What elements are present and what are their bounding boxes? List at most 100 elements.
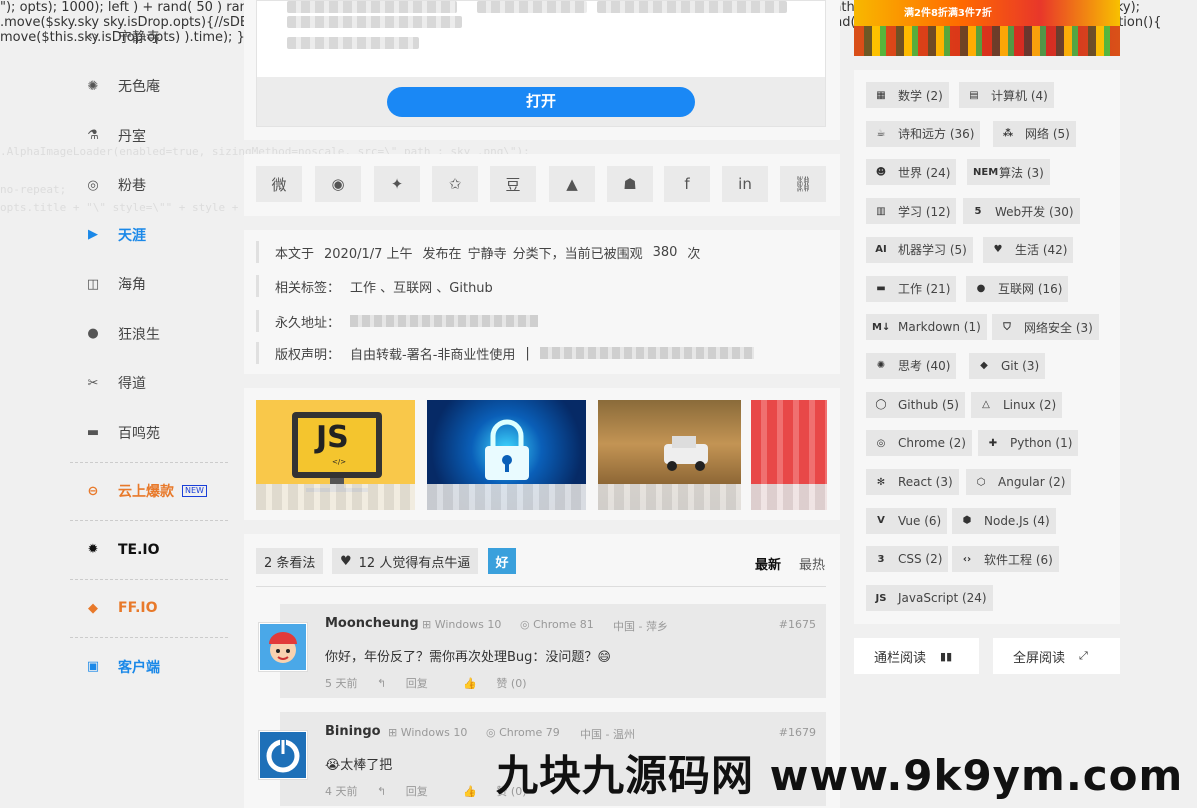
comment-number[interactable]: #1679 <box>779 726 816 739</box>
tag-chrome[interactable]: ◎ Chrome (2) <box>866 430 972 457</box>
like-button[interactable]: ♥ 12 人觉得有点牛逼 <box>332 548 479 574</box>
nav-item-client[interactable]: ▣ 客户端 <box>70 642 230 692</box>
nav-item-ningjingsi[interactable]: ‹› 宁静寺 <box>70 12 230 62</box>
tag-javascript[interactable]: JS JavaScript (24) <box>866 585 993 612</box>
tag-world[interactable]: ☻ 世界 (24) <box>866 159 957 186</box>
tag-label: 互联网 (16) <box>998 282 1063 296</box>
tag-vue[interactable]: V Vue (6) <box>866 507 948 534</box>
related-post-car[interactable] <box>598 400 741 510</box>
qzone-icon[interactable]: ✩ <box>432 166 478 202</box>
tag-network-security[interactable]: ⛉ 网络安全 (3) <box>992 314 1099 341</box>
meta-tags-links[interactable]: 工作 、互联网 、Github <box>350 277 493 296</box>
internet-icon: ● <box>976 283 986 294</box>
tag-label: Vue (6) <box>898 513 942 528</box>
nav-item-baimingyuan[interactable]: ▬ 百鸣苑 <box>70 408 230 458</box>
tag-css[interactable]: 3 CSS (2) <box>866 546 949 573</box>
meta-category-link[interactable]: 宁静寺 <box>468 243 507 262</box>
sort-newest[interactable]: 最新 <box>755 554 781 573</box>
cartoon-avatar-icon <box>260 624 306 670</box>
nav-label: 天涯 <box>118 227 146 244</box>
linkedin-icon[interactable]: in <box>722 166 768 202</box>
expand-icon: ⤢ <box>1079 649 1088 662</box>
meta-prefix: 本文于 <box>275 246 315 262</box>
tag-linux[interactable]: △ Linux (2) <box>971 391 1063 418</box>
license-blurred[interactable] <box>539 347 754 359</box>
comment-number[interactable]: #1675 <box>779 618 816 631</box>
tag-software-engineering[interactable]: ‹› 软件工程 (6) <box>952 546 1059 573</box>
tag-nodejs[interactable]: ⬢ Node.Js (4) <box>952 507 1056 534</box>
tag-study[interactable]: ▥ 学习 (12) <box>866 198 957 225</box>
column-reading-button[interactable]: 通栏阅读 ▮▮ <box>854 638 979 674</box>
related-post-red[interactable] <box>751 400 827 510</box>
nav-item-wuseann[interactable]: ✺ 无色庵 <box>70 62 230 112</box>
reply-button[interactable]: ↰ 回复 <box>377 677 444 690</box>
angular-icon: ⬡ <box>976 476 986 488</box>
related-post-js[interactable]: JS </> <box>256 400 415 510</box>
tag-internet[interactable]: ● 互联网 (16) <box>966 275 1069 302</box>
tag-github[interactable]: ◯ Github (5) <box>866 391 965 418</box>
avatar[interactable] <box>258 622 308 672</box>
tag-git[interactable]: ◆ Git (3) <box>969 352 1046 379</box>
github-icon: ◯ <box>875 399 887 411</box>
comment-author[interactable]: Mooncheung <box>325 616 419 631</box>
tag-work[interactable]: ▬ 工作 (21) <box>866 275 957 302</box>
tag-life[interactable]: ♥ 生活 (42) <box>983 236 1074 263</box>
python-icon: ✚ <box>988 437 998 449</box>
tag-thinking[interactable]: ✺ 思考 (40) <box>866 352 957 379</box>
nav-item-fenxiang[interactable]: ◎ 粉巷 <box>70 161 230 211</box>
meta-separator: | <box>525 345 530 361</box>
weibo-icon[interactable]: ◉ <box>315 166 361 202</box>
wechat-icon[interactable]: 微 <box>256 166 302 202</box>
nav-item-promo[interactable]: ⊖ 云上爆款 NEW <box>70 467 230 517</box>
evernote-icon[interactable]: ☗ <box>607 166 653 202</box>
twitter-icon[interactable]: ✦ <box>374 166 420 202</box>
tag-network[interactable]: ⁂ 网络 (5) <box>993 120 1076 147</box>
nav-item-kuanglangsheng[interactable]: ● 狂浪生 <box>70 309 230 359</box>
javascript-icon: JS <box>875 592 887 604</box>
user-icon: ● <box>87 326 99 342</box>
comments-divider <box>256 586 826 587</box>
nav-item-dedao[interactable]: ✂ 得道 <box>70 359 230 409</box>
math-icon: ▦ <box>876 89 886 101</box>
nav-item-danshi[interactable]: ⚗ 丹室 <box>70 111 230 161</box>
tag-math[interactable]: ▦ 数学 (2) <box>866 82 949 108</box>
permalink-blurred[interactable] <box>350 315 539 327</box>
avatar[interactable] <box>258 730 308 780</box>
nav-label: 宁静寺 <box>118 29 160 46</box>
sort-hottest[interactable]: 最热 <box>799 554 825 573</box>
tag-computer[interactable]: ▤ 计算机 (4) <box>959 82 1054 108</box>
fullscreen-reading-button[interactable]: 全屏阅读 ⤢ <box>993 638 1120 674</box>
related-post-security[interactable] <box>427 400 586 510</box>
tag-python[interactable]: ✚ Python (1) <box>978 430 1079 457</box>
fox-icon: ◆ <box>88 600 98 616</box>
douban-icon[interactable]: 豆 <box>490 166 536 202</box>
comment-browser: ◎ Chrome 81 <box>520 618 594 631</box>
nav-item-ff-io[interactable]: ◆ FF.IO <box>70 584 230 634</box>
open-button[interactable]: 打开 <box>387 87 695 117</box>
meta-views: 380 <box>652 244 678 260</box>
fullscreen-reading-label: 全屏阅读 <box>1013 650 1066 666</box>
ad-banner[interactable]: 满2件8折满3件7折 <box>854 0 1120 56</box>
tag-machine-learning[interactable]: AI 机器学习 (5) <box>866 236 973 263</box>
ad-products <box>854 26 1120 56</box>
nav-item-haijiao[interactable]: ◫ 海角 <box>70 260 230 310</box>
link-icon[interactable]: ⛓ <box>780 166 826 202</box>
tag-markdown[interactable]: M↓ Markdown (1) <box>866 314 987 341</box>
bulb-icon: ✺ <box>87 78 99 94</box>
reply-button[interactable]: ↰ 回复 <box>377 785 444 798</box>
nav-item-te-io[interactable]: ✹ TE.IO <box>70 525 230 575</box>
life-icon: ♥ <box>993 244 1003 256</box>
upvote-button[interactable]: 👍 赞 (0) <box>463 677 542 690</box>
tag-angular[interactable]: ⬡ Angular (2) <box>966 469 1072 495</box>
tag-react[interactable]: ✻ React (3) <box>866 469 959 495</box>
nav-item-tianya[interactable]: ▶ 天涯 <box>70 210 230 260</box>
related-posts: JS </> <box>244 388 840 520</box>
aerial-icon[interactable]: ▲ <box>549 166 595 202</box>
tag-web-dev[interactable]: 5 Web开发 (30) <box>963 198 1080 225</box>
facebook-icon[interactable]: f <box>664 166 710 202</box>
tag-algorithm[interactable]: NEM 算法 (3) <box>967 159 1050 186</box>
comment-author[interactable]: Biningo <box>325 724 381 739</box>
tag-poetry[interactable]: ☕ 诗和远方 (36) <box>866 120 981 147</box>
good-button[interactable]: 好 <box>488 548 516 574</box>
tag-label: JavaScript (24) <box>898 591 987 606</box>
